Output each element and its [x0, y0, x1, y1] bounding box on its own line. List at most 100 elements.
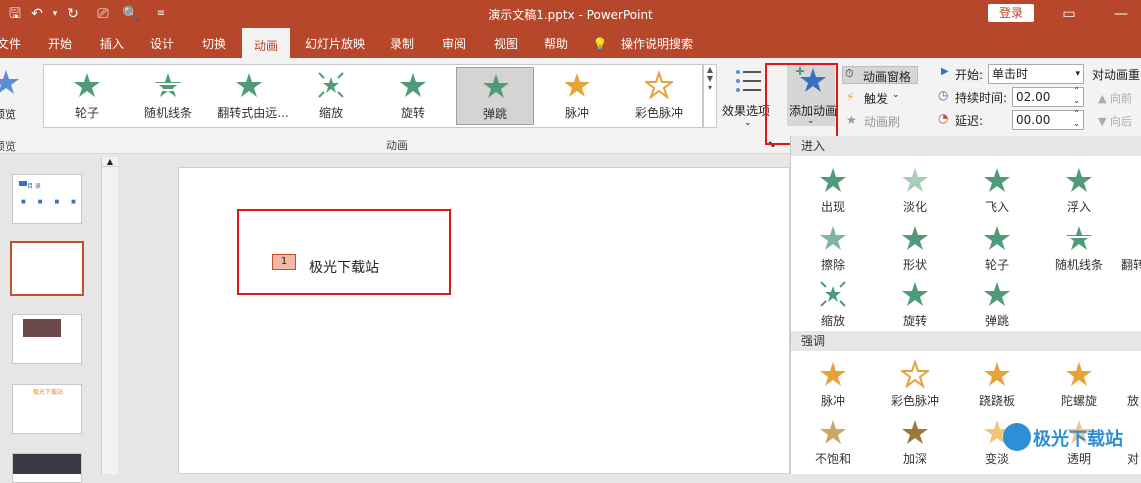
- tab-home[interactable]: 开始: [40, 28, 80, 58]
- chevron-down-icon: ⌄: [744, 118, 752, 128]
- slide-thumb-3[interactable]: [12, 314, 82, 364]
- preview-button[interactable]: 预览: [0, 66, 22, 126]
- effect-wipe[interactable]: 擦除: [793, 220, 873, 272]
- effect-flip[interactable]: 翻转: [1117, 220, 1141, 272]
- effect-random-bars[interactable]: 随机线条: [1039, 220, 1119, 272]
- gallery-scroll[interactable]: ▲ ▼ ▾: [703, 64, 717, 128]
- gallery-item-pulse[interactable]: 脉冲: [538, 67, 616, 125]
- effect-label: 擦除: [820, 258, 845, 272]
- slide-thumb-1[interactable]: 目 录 ■■■■: [12, 174, 82, 224]
- tab-help[interactable]: 帮助: [536, 28, 576, 58]
- preview-label: 预览: [0, 108, 16, 121]
- gallery-item-wheel[interactable]: 轮子: [48, 67, 126, 125]
- gallery-item-zoom[interactable]: 缩放: [292, 67, 370, 125]
- slide-textbox[interactable]: 极光下载站: [309, 257, 379, 277]
- effect-fade[interactable]: 淡化: [875, 162, 955, 214]
- color-pulse-star-icon: [901, 360, 929, 388]
- highlight-box-textbox: [237, 209, 451, 295]
- gallery-item-color-pulse[interactable]: 彩色脉冲: [620, 67, 698, 125]
- move-earlier-button[interactable]: ▲ 向前: [1098, 90, 1132, 106]
- effect-spin[interactable]: 旋转: [875, 276, 955, 328]
- delay-spinner[interactable]: 00.00 ⌃ ⌄: [1012, 109, 1084, 130]
- thumb-dots: ■■■■: [21, 199, 88, 205]
- effect-label: 不饱和: [814, 452, 851, 466]
- gallery-label: 缩放: [318, 106, 343, 120]
- tab-animations[interactable]: 动画: [242, 28, 290, 58]
- flip-star-icon: [236, 73, 262, 97]
- color-pulse-star-icon: [645, 71, 673, 99]
- move-later-label: 向后: [1109, 115, 1132, 128]
- ribbon-display-icon[interactable]: ▭: [1058, 4, 1080, 24]
- tab-slideshow[interactable]: 幻灯片放映: [300, 28, 370, 58]
- start-select[interactable]: 单击时 ▾: [988, 64, 1084, 84]
- trigger-label: 触发: [864, 92, 889, 106]
- effect-label: 淡化: [902, 200, 927, 214]
- gallery-label: 彩色脉冲: [634, 106, 683, 120]
- animation-painter-label: 动画刷: [864, 115, 901, 129]
- lightbulb-icon: 💡: [592, 37, 608, 51]
- tab-record[interactable]: 录制: [382, 28, 422, 58]
- float-in-star-icon: [1066, 168, 1092, 192]
- gallery-item-random-bars[interactable]: 随机线条: [129, 67, 207, 125]
- effect-spin-emphasis[interactable]: 陀螺旋: [1039, 356, 1119, 408]
- tell-me-search[interactable]: 操作说明搜索: [612, 28, 702, 58]
- tab-review[interactable]: 审阅: [434, 28, 474, 58]
- gallery-item-spin[interactable]: 旋转: [374, 67, 452, 125]
- slide-thumb-2[interactable]: [10, 241, 84, 296]
- tab-design[interactable]: 设计: [142, 28, 182, 58]
- tab-file[interactable]: 文件: [0, 28, 24, 58]
- spinner-arrows-icon[interactable]: ⌃ ⌄: [1073, 109, 1080, 129]
- effect-teeter[interactable]: 跷跷板: [957, 356, 1037, 408]
- effect-float-in[interactable]: 浮入: [1039, 162, 1119, 214]
- effect-bounce[interactable]: 弹跳: [957, 276, 1037, 328]
- window-title: 演示文稿1.pptx - PowerPoint: [488, 8, 653, 22]
- spin-emphasis-star-icon: [1066, 362, 1092, 386]
- effect-color-pulse[interactable]: 彩色脉冲: [875, 356, 955, 408]
- watermark: 极光下载站: [1003, 421, 1141, 457]
- enter-section-header: 进入: [791, 136, 1141, 156]
- effect-appear[interactable]: 出现: [793, 162, 873, 214]
- move-later-button[interactable]: ▼ 向后: [1098, 113, 1132, 129]
- watermark-logo: [1003, 423, 1031, 451]
- effect-shape[interactable]: 形状: [875, 220, 955, 272]
- effect-label: 放: [1127, 394, 1140, 408]
- tab-transitions[interactable]: 切换: [194, 28, 234, 58]
- effect-wheel[interactable]: 轮子: [957, 220, 1037, 272]
- spinner-arrows-icon[interactable]: ⌃ ⌄: [1073, 86, 1080, 106]
- effect-label: 形状: [902, 258, 927, 272]
- gallery-item-bounce[interactable]: 弹跳: [456, 67, 534, 125]
- gallery-item-flip[interactable]: 翻转式由远...: [210, 67, 296, 125]
- effect-zoom[interactable]: 缩放: [793, 276, 873, 328]
- pulse-star-icon: [564, 73, 590, 97]
- tab-view[interactable]: 视图: [486, 28, 526, 58]
- effect-grow[interactable]: 放: [1123, 356, 1141, 408]
- animation-painter-button[interactable]: ★ 动画刷: [846, 113, 906, 131]
- effect-fly-in[interactable]: 飞入: [957, 162, 1037, 214]
- slide-thumb-4[interactable]: 极光下载站: [12, 384, 82, 434]
- chevron-down-icon: ⌄: [892, 90, 900, 100]
- trigger-button[interactable]: ⚡ 触发 ⌄: [846, 90, 906, 108]
- slide-editing-area: 1 极光下载站: [118, 155, 790, 474]
- animation-order-tag[interactable]: 1: [272, 254, 296, 270]
- delay-label: 延迟:: [955, 114, 984, 128]
- effect-darken[interactable]: 加深: [875, 414, 955, 466]
- tab-insert[interactable]: 插入: [92, 28, 132, 58]
- thumbnails-scrollbar[interactable]: ▲: [101, 157, 118, 474]
- scroll-up-icon[interactable]: ▲: [102, 157, 118, 167]
- login-button[interactable]: 登录: [988, 4, 1034, 22]
- minimize-icon[interactable]: —: [1110, 4, 1132, 24]
- animation-pane-button[interactable]: ⏱ 动画窗格: [842, 66, 918, 84]
- effect-label: 加深: [902, 452, 927, 466]
- spin-star-icon: [400, 73, 426, 97]
- effect-pulse[interactable]: 脉冲: [793, 356, 873, 408]
- effect-desaturate[interactable]: 不饱和: [793, 414, 873, 466]
- preview-group-label: 预览: [0, 140, 16, 153]
- slide-thumb-5[interactable]: [12, 453, 82, 483]
- ribbon-tabs: 文件 开始 插入 设计 切换 动画 幻灯片放映 录制 审阅 视图 帮助 💡 操作…: [0, 28, 1141, 58]
- current-slide[interactable]: 1 极光下载站: [178, 167, 790, 474]
- effect-options-icon: [736, 70, 761, 92]
- duration-spinner[interactable]: 02.00 ⌃ ⌄: [1012, 86, 1084, 107]
- trigger-icon: ⚡: [846, 90, 855, 104]
- bounce-star-icon: [483, 74, 509, 98]
- bounce-star-icon: [984, 282, 1010, 306]
